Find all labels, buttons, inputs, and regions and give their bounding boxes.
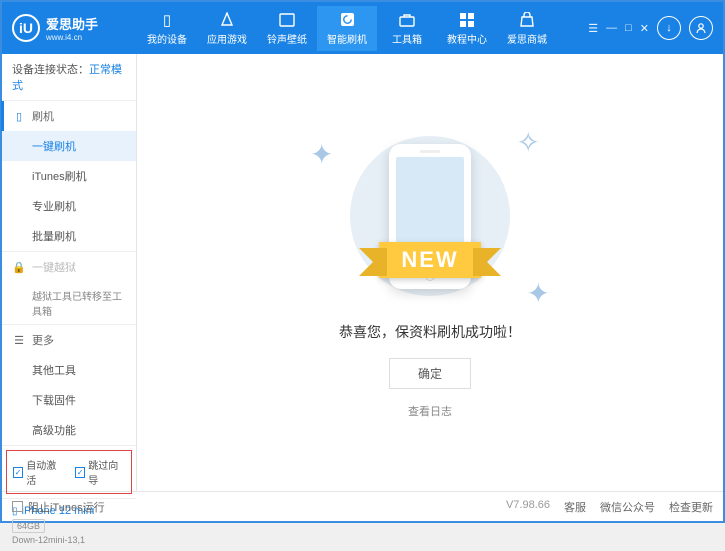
section-jailbreak[interactable]: 🔒 一键越狱 bbox=[2, 252, 136, 282]
storage-badge: 64GB bbox=[12, 519, 45, 533]
nav-flash[interactable]: 智能刷机 bbox=[317, 6, 377, 51]
view-log-link[interactable]: 查看日志 bbox=[408, 403, 452, 419]
app-logo: iU 爱思助手 www.i4.cn bbox=[12, 14, 137, 42]
sidebar: 设备连接状态：正常模式 ▯ 刷机 一键刷机 iTunes刷机 专业刷机 批量刷机… bbox=[2, 54, 137, 491]
checkbox-auto-activate[interactable]: ✓自动激活 bbox=[13, 457, 63, 487]
toolbox-icon bbox=[377, 11, 437, 29]
menu-icon[interactable]: ☰ bbox=[588, 22, 598, 35]
connection-status: 设备连接状态：正常模式 bbox=[2, 54, 136, 101]
checkbox-skip-wizard[interactable]: ✓跳过向导 bbox=[75, 457, 125, 487]
new-ribbon: NEW bbox=[379, 242, 480, 278]
list-icon: ☰ bbox=[12, 333, 26, 347]
nav-my-device[interactable]: ▯我的设备 bbox=[137, 6, 197, 51]
confirm-button[interactable]: 确定 bbox=[389, 358, 471, 389]
check-icon: ✓ bbox=[13, 467, 23, 478]
success-message: 恭喜您，保资料刷机成功啦！ bbox=[339, 322, 521, 342]
sparkle-icon: ✧ bbox=[517, 126, 540, 159]
footer-link-update[interactable]: 检查更新 bbox=[669, 499, 713, 515]
main-nav: ▯我的设备 应用游戏 铃声壁纸 智能刷机 工具箱 教程中心 爱思商城 bbox=[137, 6, 588, 51]
sidebar-item-download-firmware[interactable]: 下载固件 bbox=[2, 385, 136, 415]
section-flash[interactable]: ▯ 刷机 bbox=[1, 101, 136, 131]
sidebar-item-advanced[interactable]: 高级功能 bbox=[2, 415, 136, 445]
minimize-icon[interactable]: — bbox=[606, 22, 617, 34]
wallpaper-icon bbox=[257, 11, 317, 29]
main-content: ✦ ✧ ✦ NEW 恭喜您，保资料刷机成功啦！ 确定 查看日志 bbox=[137, 54, 723, 491]
sparkle-icon: ✦ bbox=[527, 277, 550, 310]
block-itunes-label: 阻止iTunes运行 bbox=[28, 499, 105, 515]
window-controls: ☰ — □ ✕ ↓ bbox=[588, 16, 713, 40]
nav-toolbox[interactable]: 工具箱 bbox=[377, 6, 437, 51]
app-url: www.i4.cn bbox=[46, 33, 98, 42]
user-icon[interactable] bbox=[689, 16, 713, 40]
sidebar-item-batch-flash[interactable]: 批量刷机 bbox=[2, 221, 136, 251]
section-more[interactable]: ☰ 更多 bbox=[2, 325, 136, 355]
phone-icon: ▯ bbox=[137, 11, 197, 29]
footer-link-support[interactable]: 客服 bbox=[564, 499, 586, 515]
grid-icon bbox=[437, 11, 497, 29]
sidebar-item-oneclick-flash[interactable]: 一键刷机 bbox=[2, 131, 136, 161]
app-header: iU 爱思助手 www.i4.cn ▯我的设备 应用游戏 铃声壁纸 智能刷机 工… bbox=[2, 2, 723, 54]
download-icon[interactable]: ↓ bbox=[657, 16, 681, 40]
check-icon: ✓ bbox=[75, 467, 85, 478]
close-icon[interactable]: ✕ bbox=[640, 22, 649, 35]
sidebar-item-itunes-flash[interactable]: iTunes刷机 bbox=[2, 161, 136, 191]
nav-tutorials[interactable]: 教程中心 bbox=[437, 6, 497, 51]
nav-ringtones[interactable]: 铃声壁纸 bbox=[257, 6, 317, 51]
checkbox-block-itunes[interactable] bbox=[12, 501, 23, 512]
nav-store[interactable]: 爱思商城 bbox=[497, 6, 557, 51]
lock-icon: 🔒 bbox=[12, 260, 26, 274]
nav-apps[interactable]: 应用游戏 bbox=[197, 6, 257, 51]
app-name: 爱思助手 bbox=[46, 14, 98, 33]
sidebar-item-other-tools[interactable]: 其他工具 bbox=[2, 355, 136, 385]
sparkle-icon: ✦ bbox=[310, 138, 333, 171]
sidebar-item-pro-flash[interactable]: 专业刷机 bbox=[2, 191, 136, 221]
device-model: Down-12mini-13,1 bbox=[12, 535, 126, 545]
jailbreak-note: 越狱工具已转移至工具箱 bbox=[2, 282, 136, 324]
options-highlight: ✓自动激活 ✓跳过向导 bbox=[6, 450, 132, 494]
version-label: V7.98.66 bbox=[506, 499, 550, 515]
success-illustration: ✦ ✧ ✦ NEW bbox=[320, 126, 540, 306]
apps-icon bbox=[197, 11, 257, 29]
footer-link-wechat[interactable]: 微信公众号 bbox=[600, 499, 655, 515]
maximize-icon[interactable]: □ bbox=[625, 22, 632, 34]
refresh-icon bbox=[317, 11, 377, 29]
phone-icon: ▯ bbox=[12, 109, 26, 123]
bag-icon bbox=[497, 11, 557, 29]
logo-icon: iU bbox=[12, 14, 40, 42]
